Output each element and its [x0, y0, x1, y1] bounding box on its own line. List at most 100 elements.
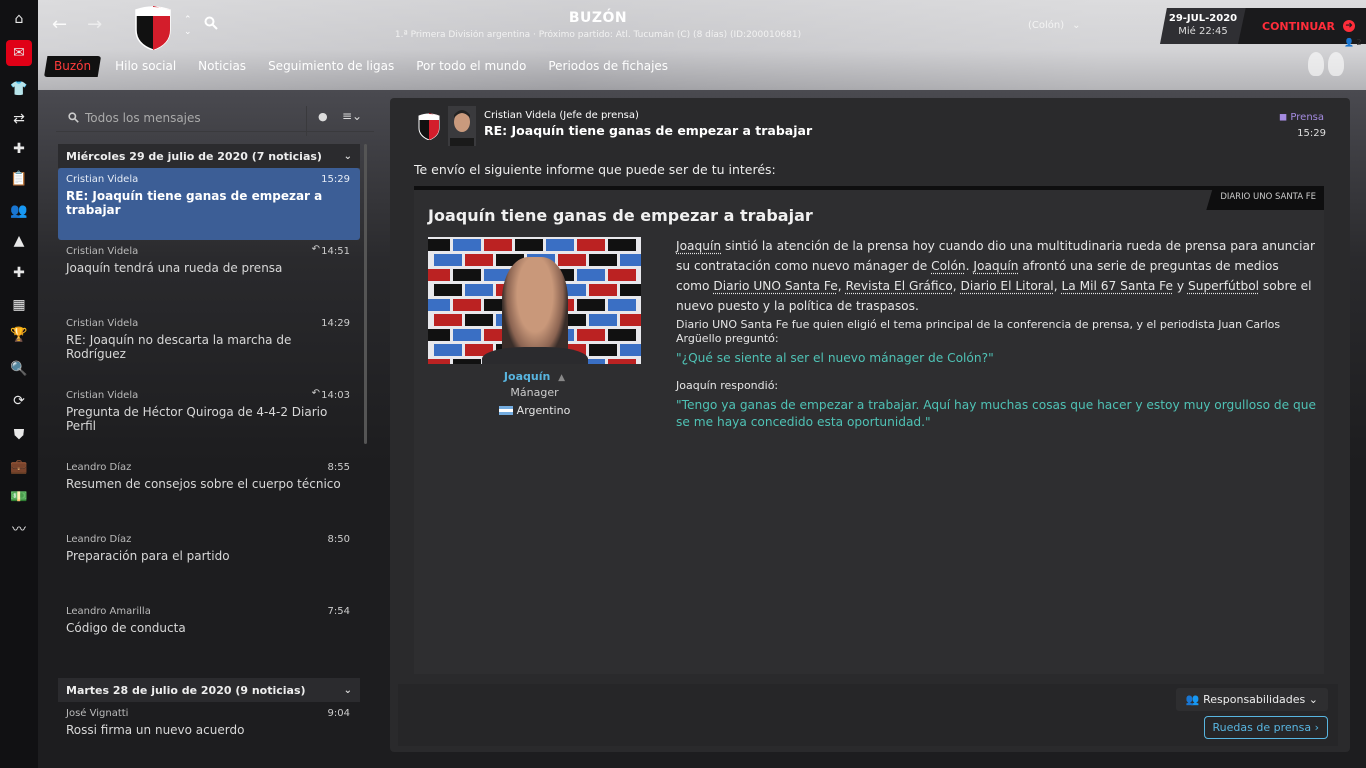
- home-icon[interactable]: ⌂: [7, 8, 31, 30]
- page-title: BUZÓN: [380, 10, 816, 26]
- list-options-icon[interactable]: ≡⌄: [342, 109, 362, 123]
- press-conference-photo[interactable]: [428, 237, 641, 364]
- sponsor-board-tile: [558, 254, 586, 266]
- tab-1[interactable]: Hilo social: [107, 56, 184, 77]
- calendar-icon[interactable]: ▦: [7, 294, 31, 316]
- media-link-2[interactable]: Revista El Gráfico: [846, 279, 953, 293]
- manager-link[interactable]: Joaquín: [676, 239, 721, 253]
- message-subject: Joaquín tendrá una rueda de prensa: [66, 261, 352, 275]
- inbox-group-header[interactable]: Martes 28 de julio de 2020 (9 noticias) ⌄: [58, 678, 360, 702]
- manager-link-2[interactable]: Joaquín: [973, 259, 1018, 273]
- inbox-group-header[interactable]: Miércoles 29 de julio de 2020 (7 noticia…: [58, 144, 360, 168]
- squad-icon[interactable]: 👕: [7, 78, 31, 100]
- club-crest-icon[interactable]: [134, 4, 172, 50]
- message-subject: RE: Joaquín no descarta la marcha de Rod…: [66, 333, 352, 361]
- medical-icon[interactable]: ✚: [7, 262, 31, 284]
- inbox-message-item[interactable]: José Vignatti 9:04 Rossi firma un nuevo ac…: [58, 702, 360, 768]
- manager-name[interactable]: Joaquín ▲: [428, 370, 641, 383]
- sponsor-board-tile: [608, 359, 636, 364]
- media-link-1[interactable]: Diario UNO Santa Fe: [713, 279, 837, 293]
- manager-role: Mánager: [428, 386, 641, 399]
- sender-avatar[interactable]: [448, 106, 476, 146]
- inbox-message-item[interactable]: Leandro Amarilla 7:54 Código de conducta: [58, 600, 360, 672]
- inbox-message-item[interactable]: Cristian Videla 14:03 Pregunta de Héctor Q…: [58, 384, 360, 456]
- inbox-message-item[interactable]: Leandro Díaz 8:50 Preparación para el part…: [58, 528, 360, 600]
- message-filter[interactable]: Todos los mensajes ● ≡⌄: [56, 104, 374, 132]
- finances-icon[interactable]: 💼: [7, 456, 31, 478]
- chat-bubble-icon[interactable]: ●: [318, 110, 328, 123]
- game-date: 29-JUL-2020 Mié 22:45: [1160, 8, 1246, 44]
- current-date: 29-JUL-2020: [1160, 8, 1246, 24]
- message-sender[interactable]: Cristian Videla (Jefe de prensa): [484, 110, 639, 121]
- sponsor-board-tile: [546, 239, 574, 251]
- chevron-down-icon: ⌄: [344, 685, 352, 696]
- tab-5[interactable]: Periodos de fichajes: [540, 56, 676, 77]
- manager-nationality: Argentino: [428, 404, 641, 417]
- sponsor-board-tile: [620, 314, 641, 326]
- sponsor-board-tile: [465, 314, 493, 326]
- media-link-4[interactable]: La Mil 67 Santa Fe: [1061, 279, 1173, 293]
- inbox-message-item[interactable]: Leandro Díaz 8:55 Resumen de consejos sobr…: [58, 456, 360, 528]
- tab-4[interactable]: Por todo el mundo: [408, 56, 534, 77]
- tactics-icon[interactable]: ⇄: [7, 108, 31, 130]
- competitions-icon[interactable]: 🏆: [7, 324, 31, 346]
- back-arrow-icon[interactable]: ←: [52, 14, 67, 35]
- chevron-down-icon: ⌄: [1309, 693, 1318, 706]
- club-link[interactable]: Colón: [931, 259, 966, 273]
- training-icon[interactable]: ▲: [7, 230, 31, 252]
- club-selector-label: (Colón): [1028, 20, 1064, 31]
- article-title: Joaquín tiene ganas de empezar a trabaja…: [428, 206, 813, 225]
- sponsor-board-tile: [608, 329, 636, 341]
- article-paragraph-1: Joaquín sintió la atención de la prensa …: [676, 236, 1316, 316]
- history-nav: ← →: [52, 14, 102, 35]
- page-subtitle: 1.ª Primera División argentina · Próximo…: [378, 30, 818, 40]
- inbox-message-item[interactable]: Cristian Videla 14:29 RE: Joaquín no desca…: [58, 312, 360, 384]
- dynamics-icon[interactable]: ✚: [7, 138, 31, 160]
- media-link-3[interactable]: Diario El Litoral: [960, 279, 1053, 293]
- response-intro: Joaquín respondió:: [676, 379, 1316, 393]
- responsibilities-button[interactable]: 👥 Responsabilidades ⌄: [1176, 688, 1328, 711]
- transfers-icon[interactable]: ⟳: [7, 390, 31, 412]
- sponsor-board-tile: [434, 284, 462, 296]
- chevron-right-icon: ›: [1315, 721, 1319, 734]
- sponsor-board-tile: [589, 254, 617, 266]
- arrow-right-circle-icon: ➜: [1343, 20, 1355, 32]
- search-icon: [68, 112, 79, 123]
- message-subject: Rossi firma un nuevo acuerdo: [66, 723, 352, 737]
- chevron-down-icon: ⌄: [344, 151, 352, 162]
- club-switch-arrows-icon[interactable]: ⌃ ⌄: [184, 14, 192, 38]
- tab-2[interactable]: Noticias: [190, 56, 254, 77]
- inbox-scrollbar[interactable]: [364, 144, 367, 444]
- reports-icon[interactable]: 📋: [7, 168, 31, 190]
- message-from: Leandro Díaz: [66, 534, 352, 545]
- tab-0[interactable]: Buzón: [44, 56, 101, 77]
- club-info-icon[interactable]: ⛊: [7, 424, 31, 446]
- club-crest-small-icon: [418, 112, 440, 140]
- user-count-value: 2: [1357, 38, 1362, 47]
- press-conferences-button[interactable]: Ruedas de prensa ›: [1204, 716, 1328, 739]
- article-source: DIARIO UNO SANTA FE: [1206, 186, 1324, 210]
- inbox-message-item[interactable]: Cristian Videla 15:29 RE: Joaquín tiene ga…: [58, 168, 360, 240]
- forward-arrow-icon[interactable]: →: [87, 14, 102, 35]
- club-selector[interactable]: (Colón) ⌄: [1028, 20, 1081, 31]
- message-subject: Pregunta de Héctor Quiroga de 4-4-2 Diar…: [66, 405, 352, 433]
- global-search-icon[interactable]: [204, 16, 218, 30]
- staff-icon[interactable]: 👥: [7, 200, 31, 222]
- sponsor-board-tile: [453, 269, 481, 281]
- people-icon: 👥: [1186, 693, 1200, 706]
- inbox-message-item[interactable]: Cristian Videla 14:51 Joaquín tendrá una r…: [58, 240, 360, 312]
- media-link-5[interactable]: Superfútbol: [1188, 279, 1259, 293]
- message-time: 9:04: [328, 708, 350, 719]
- stats-icon[interactable]: 〰: [7, 518, 31, 540]
- sponsor-board-tile: [453, 299, 481, 311]
- sponsor-board-tile: [428, 239, 450, 251]
- dev-centre-icon[interactable]: 💵: [7, 486, 31, 508]
- message-header: Cristian Videla (Jefe de prensa) RE: Joa…: [416, 106, 1326, 146]
- sponsor-board-tile: [453, 239, 481, 251]
- message-time: 14:51: [321, 246, 350, 257]
- message-from: José Vignatti: [66, 708, 352, 719]
- tab-3[interactable]: Seguimiento de ligas: [260, 56, 402, 77]
- inbox-icon[interactable]: ✉: [6, 40, 32, 66]
- message-from: Cristian Videla: [66, 246, 352, 257]
- scouting-icon[interactable]: 🔍: [7, 358, 31, 380]
